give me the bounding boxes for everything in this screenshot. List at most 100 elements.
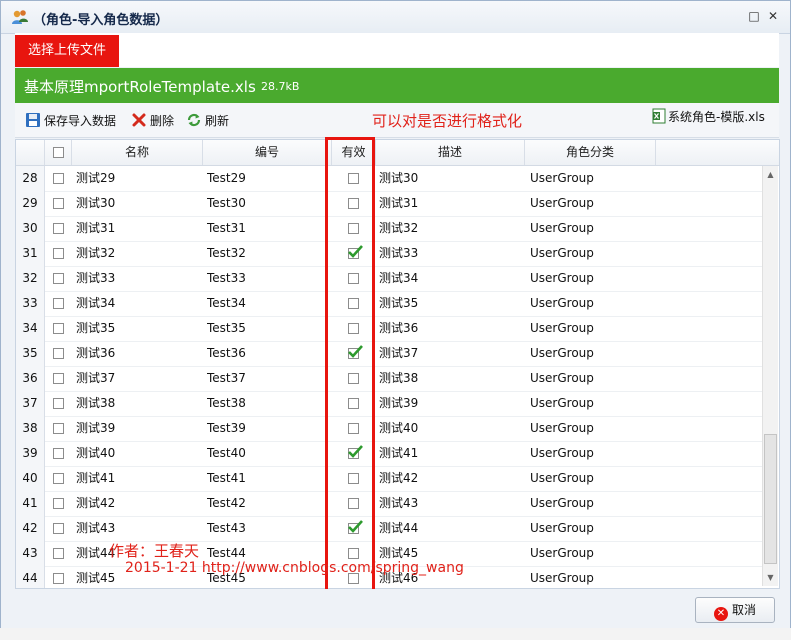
table-row[interactable]: 39 测试40 Test40 测试41 UserGroup bbox=[16, 441, 762, 467]
row-checkbox[interactable] bbox=[52, 373, 64, 384]
row-number: 31 bbox=[16, 241, 45, 266]
row-number: 37 bbox=[16, 391, 45, 416]
table-row[interactable]: 34 测试35 Test35 测试36 UserGroup bbox=[16, 316, 762, 342]
scroll-up-icon[interactable]: ▲ bbox=[763, 168, 778, 182]
row-select-cell bbox=[45, 241, 71, 266]
cell-description: 测试30 bbox=[379, 171, 419, 185]
row-select-cell bbox=[45, 366, 71, 391]
table-row[interactable]: 31 测试32 Test32 测试33 UserGroup bbox=[16, 241, 762, 267]
table-row[interactable]: 36 测试37 Test37 测试38 UserGroup bbox=[16, 366, 762, 392]
cell-category: UserGroup bbox=[530, 296, 594, 310]
refresh-button[interactable]: 刷新 bbox=[186, 112, 229, 129]
excel-file-icon bbox=[652, 108, 666, 124]
row-checkbox[interactable] bbox=[52, 523, 64, 534]
valid-column-highlight bbox=[325, 137, 375, 598]
table-row[interactable]: 33 测试34 Test34 测试35 UserGroup bbox=[16, 291, 762, 317]
row-checkbox[interactable] bbox=[52, 298, 64, 309]
row-checkbox[interactable] bbox=[52, 223, 64, 234]
row-select-cell bbox=[45, 191, 71, 216]
cell-description: 测试31 bbox=[379, 196, 419, 210]
row-checkbox[interactable] bbox=[52, 423, 64, 434]
row-number: 33 bbox=[16, 291, 45, 316]
table-row[interactable]: 42 测试43 Test43 测试44 UserGroup bbox=[16, 516, 762, 542]
delete-x-icon bbox=[132, 113, 146, 127]
cell-code: Test41 bbox=[207, 471, 246, 485]
cell-description: 测试42 bbox=[379, 471, 419, 485]
row-checkbox[interactable] bbox=[52, 348, 64, 359]
row-number: 30 bbox=[16, 216, 45, 241]
row-checkbox[interactable] bbox=[52, 273, 64, 284]
cell-code: Test33 bbox=[207, 271, 246, 285]
row-checkbox[interactable] bbox=[52, 473, 64, 484]
row-checkbox[interactable] bbox=[52, 398, 64, 409]
delete-button[interactable]: 删除 bbox=[131, 112, 174, 129]
header-name[interactable]: 名称 bbox=[72, 140, 203, 165]
cell-category: UserGroup bbox=[530, 221, 594, 235]
table-row[interactable]: 38 测试39 Test39 测试40 UserGroup bbox=[16, 416, 762, 442]
cell-code: Test39 bbox=[207, 421, 246, 435]
cell-name: 测试30 bbox=[76, 196, 116, 210]
window-title: （角色-导入角色数据） bbox=[33, 13, 169, 28]
maximize-icon[interactable]: □ bbox=[747, 9, 761, 23]
row-select-cell bbox=[45, 316, 71, 341]
cell-category: UserGroup bbox=[530, 271, 594, 285]
delete-label: 删除 bbox=[150, 114, 175, 128]
row-select-cell bbox=[45, 516, 71, 541]
cell-code: Test36 bbox=[207, 346, 246, 360]
cell-code: Test38 bbox=[207, 396, 246, 410]
file-info-bar: 基本原理mportRoleTemplate.xls 28.7kB bbox=[15, 68, 779, 103]
header-code[interactable]: 编号 bbox=[203, 140, 332, 165]
row-select-cell bbox=[45, 166, 71, 191]
row-number: 38 bbox=[16, 416, 45, 441]
cell-category: UserGroup bbox=[530, 496, 594, 510]
cell-category: UserGroup bbox=[530, 371, 594, 385]
save-import-label: 保存导入数据 bbox=[44, 114, 117, 128]
cell-name: 测试34 bbox=[76, 296, 116, 310]
row-checkbox[interactable] bbox=[52, 173, 64, 184]
row-checkbox[interactable] bbox=[52, 448, 64, 459]
scroll-down-icon[interactable]: ▼ bbox=[763, 571, 778, 585]
save-import-button[interactable]: 保存导入数据 bbox=[25, 112, 116, 129]
cell-code: Test34 bbox=[207, 296, 246, 310]
row-number: 40 bbox=[16, 466, 45, 491]
table-row[interactable]: 29 测试30 Test30 测试31 UserGroup bbox=[16, 191, 762, 217]
cell-name: 测试37 bbox=[76, 371, 116, 385]
header-description[interactable]: 描述 bbox=[376, 140, 525, 165]
cell-description: 测试37 bbox=[379, 346, 419, 360]
cell-code: Test30 bbox=[207, 196, 246, 210]
format-note: 可以对是否进行格式化 bbox=[372, 112, 523, 130]
cell-category: UserGroup bbox=[530, 421, 594, 435]
cell-category: UserGroup bbox=[530, 446, 594, 460]
table-row[interactable]: 41 测试42 Test42 测试43 UserGroup bbox=[16, 491, 762, 517]
cell-code: Test32 bbox=[207, 246, 246, 260]
grid-header: 名称 编号 有效 描述 角色分类 bbox=[16, 140, 779, 166]
row-checkbox[interactable] bbox=[52, 323, 64, 334]
cell-category: UserGroup bbox=[530, 171, 594, 185]
row-number: 42 bbox=[16, 516, 45, 541]
header-category[interactable]: 角色分类 bbox=[525, 140, 656, 165]
row-checkbox[interactable] bbox=[52, 248, 64, 259]
cell-description: 测试35 bbox=[379, 296, 419, 310]
table-row[interactable]: 37 测试38 Test38 测试39 UserGroup bbox=[16, 391, 762, 417]
template-download-link[interactable]: 系统角色-模版.xls bbox=[651, 108, 765, 125]
row-checkbox[interactable] bbox=[52, 573, 64, 584]
close-icon[interactable]: ✕ bbox=[766, 9, 780, 23]
table-row[interactable]: 35 测试36 Test36 测试37 UserGroup bbox=[16, 341, 762, 367]
row-checkbox[interactable] bbox=[52, 198, 64, 209]
row-checkbox[interactable] bbox=[52, 498, 64, 509]
table-row[interactable]: 40 测试41 Test41 测试42 UserGroup bbox=[16, 466, 762, 492]
scrollbar-thumb[interactable] bbox=[764, 434, 777, 564]
file-name: 基本原理mportRoleTemplate.xls bbox=[24, 78, 256, 96]
template-label: 系统角色-模版.xls bbox=[668, 110, 765, 124]
row-checkbox[interactable] bbox=[52, 548, 64, 559]
table-row[interactable]: 32 测试33 Test33 测试34 UserGroup bbox=[16, 266, 762, 292]
choose-file-button[interactable]: 选择上传文件 bbox=[15, 35, 119, 67]
select-all-checkbox[interactable] bbox=[52, 147, 64, 158]
cell-code: Test43 bbox=[207, 521, 246, 535]
row-select-cell bbox=[45, 291, 71, 316]
vertical-scrollbar[interactable]: ▲ ▼ bbox=[762, 166, 778, 586]
cancel-button[interactable]: ✕ 取消 bbox=[695, 597, 775, 623]
table-row[interactable]: 30 测试31 Test31 测试32 UserGroup bbox=[16, 216, 762, 242]
table-row[interactable]: 28 测试29 Test29 测试30 UserGroup bbox=[16, 166, 762, 192]
background-strip bbox=[0, 628, 791, 640]
